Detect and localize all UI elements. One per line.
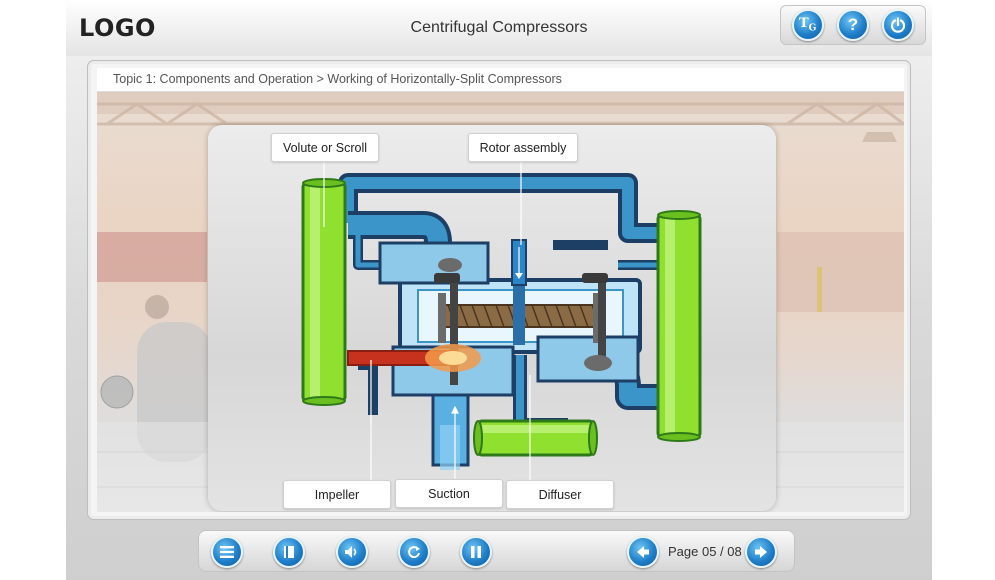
next-page-button[interactable] [745,536,777,568]
label-volute-or-scroll: Volute or Scroll [271,133,379,162]
breadcrumb-bar: Topic 1: Components and Operation > Work… [97,68,904,92]
compressor-diagram-card: Volute or Scroll Rotor assembly Impeller… [208,125,776,511]
content-panel: Topic 1: Components and Operation > Work… [88,61,910,519]
page-indicator: Page 05 / 08 [668,544,742,559]
course-player: LOGO Centrifugal Compressors TG ? Topic … [66,0,932,580]
menu-icon [220,546,234,558]
label-rotor-assembly: Rotor assembly [468,133,578,162]
navigation-bar: Page 05 / 08 [198,530,795,572]
help-icon: ? [847,15,859,34]
label-suction: Suction [395,479,503,508]
compressor-diagram [301,161,702,480]
label-impeller: Impeller [283,480,391,509]
pause-button[interactable] [460,536,492,568]
exit-button[interactable] [882,9,915,41]
menu-button[interactable] [211,536,243,568]
header-bar: LOGO Centrifugal Compressors TG ? [66,0,932,56]
label-diffuser: Diffuser [506,480,614,509]
pause-icon [471,546,481,558]
power-icon [891,17,906,33]
header-button-group: TG ? [780,5,926,45]
replay-icon [408,546,420,559]
audio-icon [345,546,357,558]
factory-background: Volute or Scroll Rotor assembly Impeller… [97,92,904,512]
glossary-button[interactable]: TG [791,9,824,41]
audio-button[interactable] [336,536,368,568]
replay-button[interactable] [398,536,430,568]
previous-page-button[interactable] [627,536,659,568]
glossary-icon: TG [798,16,817,34]
breadcrumb: Topic 1: Components and Operation > Work… [113,72,562,86]
previous-icon [637,546,649,558]
bookmark-icon [284,546,294,558]
next-icon [755,546,767,558]
resources-button[interactable] [273,536,305,568]
help-button[interactable]: ? [836,9,869,41]
